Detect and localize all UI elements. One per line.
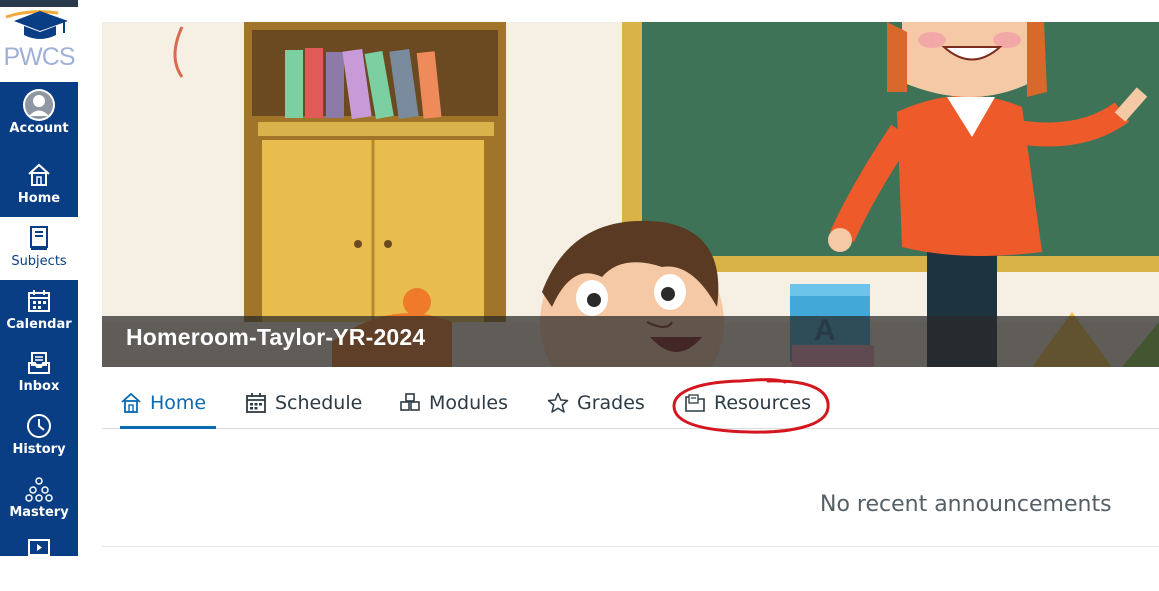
- banner-title-bar: Homeroom-Taylor-YR-2024: [102, 316, 1159, 367]
- nav-mastery[interactable]: Mastery: [0, 468, 78, 531]
- nav-calendar[interactable]: Calendar: [0, 280, 78, 343]
- studio-icon: [26, 536, 52, 562]
- logo-text: PWCS: [3, 43, 76, 71]
- course-banner: A Homeroom-Taylor-YR-2024: [102, 22, 1159, 367]
- course-tabs: Home Schedule Modules Grades Resources: [102, 380, 1159, 429]
- star-icon: [547, 392, 569, 414]
- nav-label-inbox: Inbox: [18, 379, 60, 394]
- clock-icon: [25, 413, 53, 439]
- no-announcements-message: No recent announcements: [820, 492, 1112, 517]
- tab-label-modules: Modules: [429, 392, 508, 414]
- graduation-cap-icon: [5, 10, 68, 39]
- content-divider: [102, 546, 1159, 547]
- nav-label-history: History: [12, 442, 66, 457]
- nav-subjects[interactable]: Subjects: [0, 217, 78, 280]
- tab-label-resources: Resources: [714, 392, 812, 414]
- pwcs-logo[interactable]: PWCS: [0, 7, 78, 82]
- tab-label-home: Home: [150, 392, 207, 414]
- nav-label-mastery: Mastery: [9, 505, 69, 520]
- user-avatar-icon: [21, 89, 57, 121]
- inbox-icon: [26, 350, 52, 376]
- home-icon: [26, 162, 52, 188]
- tab-modules[interactable]: Modules: [399, 380, 508, 426]
- nav-home[interactable]: Home: [0, 154, 78, 217]
- tab-label-grades: Grades: [577, 392, 645, 414]
- nav-studio[interactable]: [0, 528, 78, 591]
- nav-inbox[interactable]: Inbox: [0, 342, 78, 405]
- tab-grades[interactable]: Grades: [547, 380, 645, 426]
- tab-home[interactable]: Home: [120, 380, 217, 429]
- mastery-icon: [25, 476, 53, 502]
- nav-label-home: Home: [17, 191, 61, 206]
- tab-resources[interactable]: Resources: [684, 380, 811, 426]
- folder-icon: [684, 392, 706, 414]
- calendar-icon: [245, 392, 267, 414]
- nav-label-calendar: Calendar: [6, 317, 72, 332]
- global-nav: PWCS Account Home Subjects Calendar Inbo…: [0, 0, 78, 560]
- course-title: Homeroom-Taylor-YR-2024: [126, 324, 426, 350]
- modules-icon: [399, 392, 421, 414]
- nav-history[interactable]: History: [0, 405, 78, 468]
- book-icon: [27, 225, 51, 251]
- home-icon: [120, 392, 142, 414]
- tab-schedule[interactable]: Schedule: [245, 380, 362, 426]
- nav-label-account: Account: [9, 121, 69, 136]
- tab-label-schedule: Schedule: [275, 392, 363, 414]
- calendar-icon: [26, 288, 52, 314]
- nav-top-strip: [0, 0, 78, 7]
- nav-label-subjects: Subjects: [11, 254, 67, 269]
- nav-account[interactable]: Account: [0, 84, 78, 147]
